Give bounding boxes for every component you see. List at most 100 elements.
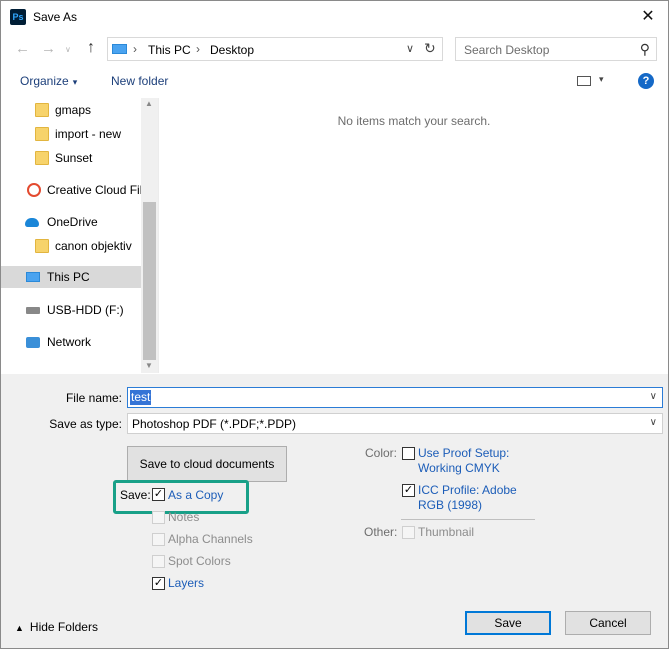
as-a-copy-label[interactable]: As a Copy <box>168 488 223 502</box>
creative-cloud-icon <box>27 183 41 197</box>
folder-icon <box>35 103 49 117</box>
sidebar-item-this-pc[interactable]: This PC <box>1 266 141 288</box>
save-as-dialog: Ps Save As ✕ ← → ∨ ↑ › This PC › Desktop… <box>0 0 669 649</box>
collapse-arrow-icon: ▲ <box>15 623 24 633</box>
sidebar-item-label: USB-HDD (F:) <box>47 303 124 317</box>
file-name-value: test <box>130 390 152 405</box>
notes-label: Notes <box>168 510 200 524</box>
sidebar-item-label: OneDrive <box>47 215 98 229</box>
alpha-channels-label: Alpha Channels <box>168 532 253 546</box>
save-as-type-label: Save as type: <box>49 417 122 431</box>
navigation-pane: gmaps import - new Sunset Creative Cloud… <box>1 98 158 373</box>
other-options-label: Other: <box>364 525 398 539</box>
sidebar-item-onedrive[interactable]: OneDrive <box>1 211 141 233</box>
sidebar-item-creative-cloud[interactable]: Creative Cloud Fil <box>1 179 143 201</box>
scroll-up-arrow-icon[interactable]: ▲ <box>145 99 153 108</box>
thumbnail-label: Thumbnail <box>418 525 475 539</box>
this-pc-icon <box>26 272 40 282</box>
icc-profile-name: RGB (1998) <box>418 498 483 512</box>
refresh-icon[interactable]: ↻ <box>424 40 436 57</box>
search-placeholder: Search Desktop <box>464 43 550 57</box>
breadcrumb-this-pc[interactable]: This PC <box>148 43 191 57</box>
title-bar: Ps Save As ✕ <box>1 1 668 33</box>
save-as-type-value: Photoshop PDF (*.PDF;*.PDP) <box>132 417 297 431</box>
sidebar-item-usb-hdd[interactable]: USB-HDD (F:) <box>1 299 141 321</box>
up-arrow-icon[interactable]: ↑ <box>87 39 95 57</box>
file-name-label: File name: <box>65 391 122 405</box>
sidebar-item-label: Sunset <box>55 151 93 165</box>
save-options-panel: File name: test ∨ Save as type: Photosho… <box>1 374 668 648</box>
save-button[interactable]: Save <box>465 611 551 635</box>
sidebar-item-sunset[interactable]: Sunset <box>1 147 141 169</box>
layers-checkbox[interactable]: ✓ <box>152 577 165 590</box>
usb-drive-icon <box>26 307 40 314</box>
proof-setup-profile: Working CMYK <box>418 461 500 475</box>
thumbnail-checkbox <box>402 526 415 539</box>
sidebar-scrollbar[interactable]: ▲ ▼ <box>141 98 158 373</box>
cancel-button[interactable]: Cancel <box>565 611 651 635</box>
hide-folders-label: Hide Folders <box>29 620 98 634</box>
view-options-icon[interactable] <box>577 76 591 86</box>
command-bar: Organize ▾ New folder ▾ ? <box>1 65 668 97</box>
photoshop-app-icon: Ps <box>10 9 26 25</box>
window-title: Save As <box>33 10 78 24</box>
navigation-bar: ← → ∨ ↑ › This PC › Desktop ∨ ↻ Search D… <box>1 34 668 64</box>
new-folder-button[interactable]: New folder <box>111 74 168 88</box>
layers-label[interactable]: Layers <box>168 576 204 590</box>
onedrive-icon <box>25 218 39 227</box>
chevron-down-icon[interactable]: ∨ <box>650 417 657 428</box>
breadcrumb-separator: › <box>196 42 200 56</box>
view-dropdown-chevron-icon[interactable]: ▾ <box>599 74 604 85</box>
scroll-down-arrow-icon[interactable]: ▼ <box>145 361 153 370</box>
sidebar-item-import-new[interactable]: import - new <box>1 123 141 145</box>
sidebar-item-network[interactable]: Network <box>1 331 141 353</box>
use-proof-setup-label[interactable]: Use Proof Setup: <box>418 446 509 460</box>
address-dropdown-chevron-icon[interactable]: ∨ <box>406 42 414 55</box>
help-icon[interactable]: ? <box>638 73 654 89</box>
file-name-field[interactable]: test ∨ <box>127 387 663 408</box>
back-arrow-icon[interactable]: ← <box>15 40 30 57</box>
sidebar-item-label: Network <box>47 335 92 349</box>
network-icon <box>26 337 40 348</box>
spot-colors-checkbox <box>152 555 165 568</box>
folder-icon <box>35 151 49 165</box>
sidebar-item-gmaps[interactable]: gmaps <box>1 99 141 121</box>
notes-checkbox <box>152 511 165 524</box>
spot-colors-label: Spot Colors <box>168 554 231 568</box>
sidebar-item-label: import - new <box>55 127 122 141</box>
organize-label: Organize <box>20 74 69 88</box>
folder-icon <box>35 127 49 141</box>
breadcrumb-separator: › <box>133 42 137 56</box>
save-to-cloud-documents-button[interactable]: Save to cloud documents <box>127 446 287 482</box>
alpha-channels-checkbox <box>152 533 165 546</box>
sidebar-item-canon-objektiv[interactable]: canon objektiv <box>1 235 141 257</box>
as-a-copy-checkbox[interactable]: ✓ <box>152 488 165 501</box>
sidebar-item-label: This PC <box>47 270 90 284</box>
forward-arrow-icon[interactable]: → <box>41 40 56 57</box>
sidebar-item-label: Creative Cloud Fil <box>47 183 143 197</box>
search-icon[interactable]: ⚲ <box>640 41 650 58</box>
chevron-down-icon: ▾ <box>72 77 78 87</box>
address-bar[interactable]: › This PC › Desktop ∨ ↻ <box>107 37 443 61</box>
use-proof-setup-checkbox[interactable] <box>402 447 415 460</box>
empty-results-message: No items match your search. <box>337 114 491 128</box>
breadcrumb-desktop[interactable]: Desktop <box>210 43 254 57</box>
color-options-label: Color: <box>365 446 398 460</box>
save-as-type-select[interactable]: Photoshop PDF (*.PDF;*.PDP) ∨ <box>127 413 663 434</box>
close-icon[interactable]: ✕ <box>638 7 658 27</box>
icc-profile-label[interactable]: ICC Profile: Adobe <box>418 483 517 497</box>
file-list-area[interactable]: No items match your search. <box>158 98 668 373</box>
options-divider <box>401 519 535 520</box>
recent-locations-chevron-icon[interactable]: ∨ <box>65 45 71 54</box>
hide-folders-button[interactable]: ▲ Hide Folders <box>15 620 98 634</box>
save-options-label: Save: <box>120 488 151 502</box>
organize-button[interactable]: Organize ▾ <box>20 74 77 88</box>
icc-profile-checkbox[interactable]: ✓ <box>402 484 415 497</box>
search-input[interactable]: Search Desktop ⚲ <box>455 37 657 61</box>
folder-icon <box>35 239 49 253</box>
chevron-down-icon[interactable]: ∨ <box>650 391 657 402</box>
sidebar-item-label: gmaps <box>55 103 92 117</box>
computer-icon <box>112 44 127 54</box>
scrollbar-thumb[interactable] <box>143 202 156 360</box>
sidebar-item-label: canon objektiv <box>55 239 132 253</box>
